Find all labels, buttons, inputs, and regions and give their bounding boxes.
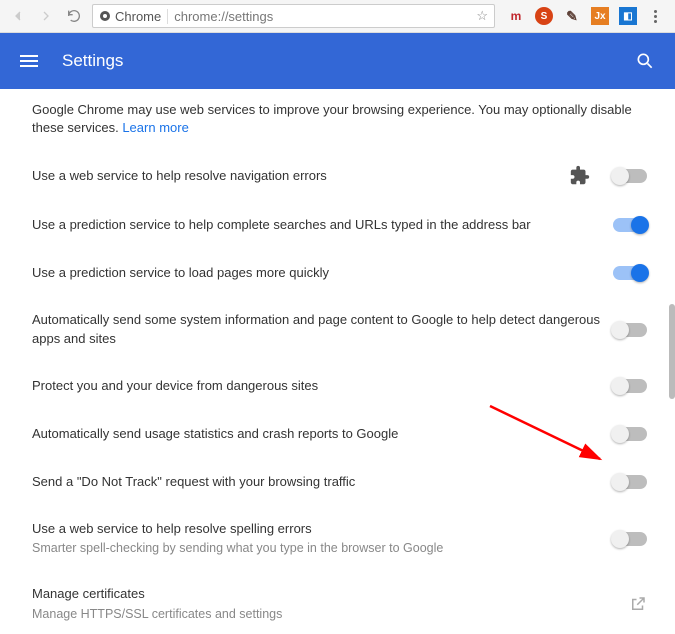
row-label: Use a prediction service to load pages m… — [32, 264, 613, 282]
reload-button[interactable] — [64, 6, 84, 26]
search-icon[interactable] — [635, 51, 655, 71]
ext-icon-brush[interactable]: ✎ — [563, 7, 581, 25]
browser-toolbar: Chrome chrome://settings ☆ m S ✎ Jx ◧ — [0, 0, 675, 33]
row-label: Automatically send some system informati… — [32, 311, 613, 347]
scrollbar-thumb[interactable] — [669, 304, 675, 399]
toggle-usage-stats[interactable] — [613, 427, 647, 441]
extension-icons: m S ✎ Jx ◧ — [503, 7, 667, 25]
row-do-not-track: Send a "Do Not Track" request with your … — [22, 458, 657, 506]
ext-icon-square[interactable]: ◧ — [619, 7, 637, 25]
row-sublabel: Smarter spell-checking by sending what y… — [32, 540, 613, 558]
back-button[interactable] — [8, 6, 28, 26]
row-label: Use a web service to help resolve naviga… — [32, 167, 569, 185]
row-nav-errors: Use a web service to help resolve naviga… — [22, 151, 657, 201]
menu-button[interactable] — [20, 55, 38, 67]
settings-content: Google Chrome may use web services to im… — [0, 89, 675, 634]
row-certificates[interactable]: Manage certificates Manage HTTPS/SSL cer… — [22, 571, 657, 634]
ext-icon-m[interactable]: m — [507, 7, 525, 25]
row-label: Automatically send usage statistics and … — [32, 425, 613, 443]
toggle-spelling[interactable] — [613, 532, 647, 546]
learn-more-link[interactable]: Learn more — [122, 120, 188, 135]
row-label: Protect you and your device from dangero… — [32, 377, 613, 395]
omnibox[interactable]: Chrome chrome://settings ☆ — [92, 4, 495, 28]
row-send-system-info: Automatically send some system informati… — [22, 297, 657, 361]
toggle-nav-errors[interactable] — [613, 169, 647, 183]
extension-puzzle-icon[interactable] — [569, 165, 591, 187]
row-sublabel: Manage HTTPS/SSL certificates and settin… — [32, 606, 629, 624]
forward-button[interactable] — [36, 6, 56, 26]
row-label: Send a "Do Not Track" request with your … — [32, 473, 613, 491]
row-usage-stats: Automatically send usage statistics and … — [22, 410, 657, 458]
browser-menu-button[interactable] — [647, 8, 663, 24]
toggle-do-not-track[interactable] — [613, 475, 647, 489]
toggle-send-system-info[interactable] — [613, 323, 647, 337]
row-label: Manage certificates — [32, 585, 629, 603]
open-external-icon — [629, 595, 647, 613]
row-prediction-search: Use a prediction service to help complet… — [22, 201, 657, 249]
row-prediction-load: Use a prediction service to load pages m… — [22, 249, 657, 297]
bookmark-star-icon[interactable]: ☆ — [476, 8, 488, 24]
site-chip: Chrome — [99, 9, 168, 24]
settings-header: Settings — [0, 33, 675, 89]
ext-icon-circle[interactable]: S — [535, 7, 553, 25]
toggle-safe-browsing[interactable] — [613, 379, 647, 393]
toggle-prediction-load[interactable] — [613, 266, 647, 280]
site-chip-label: Chrome — [115, 9, 161, 24]
row-label: Use a web service to help resolve spelli… — [32, 520, 613, 538]
page-title: Settings — [62, 51, 611, 71]
toggle-prediction-search[interactable] — [613, 218, 647, 232]
row-safe-browsing: Protect you and your device from dangero… — [22, 362, 657, 410]
intro-text: Google Chrome may use web services to im… — [22, 89, 657, 151]
url-text: chrome://settings — [174, 9, 470, 24]
row-label: Use a prediction service to help complet… — [32, 216, 613, 234]
ext-icon-jx[interactable]: Jx — [591, 7, 609, 25]
row-spelling: Use a web service to help resolve spelli… — [22, 506, 657, 572]
